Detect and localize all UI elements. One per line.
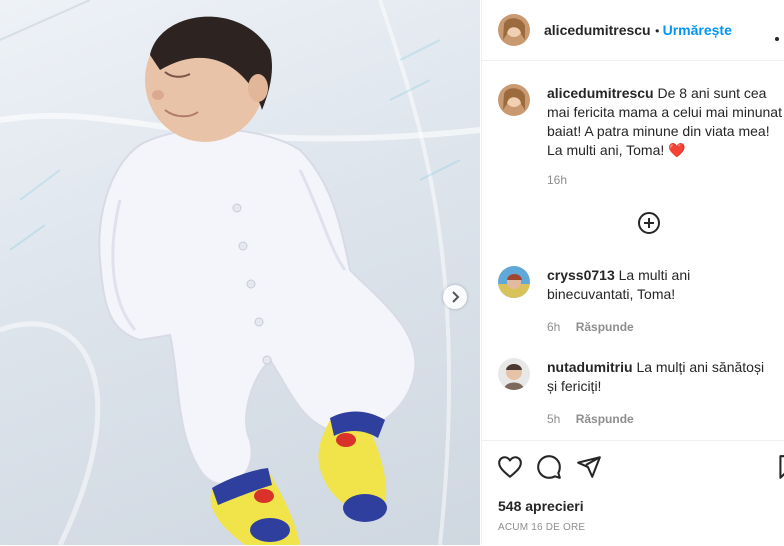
avatar-image — [498, 266, 530, 298]
caption-time: 16h — [547, 173, 568, 187]
dot-separator: • — [655, 24, 663, 38]
chevron-right-icon — [452, 291, 460, 303]
comment-meta: 5h Răspunde — [547, 412, 634, 426]
avatar-image — [498, 14, 530, 46]
share-button[interactable] — [576, 454, 602, 480]
post-header: alicedumitrescu • Urmărește — [482, 0, 784, 61]
comment-meta: 6h Răspunde — [547, 320, 634, 334]
follow-button[interactable]: Urmărește — [663, 22, 732, 38]
heart-icon — [498, 456, 522, 478]
save-button[interactable] — [775, 454, 784, 480]
caption: alicedumitrescu De 8 ani sunt cea mai fe… — [547, 84, 784, 160]
like-button[interactable] — [497, 454, 523, 480]
more-options-button[interactable] — [775, 28, 784, 46]
commenter-avatar[interactable] — [498, 266, 530, 298]
likes-count[interactable]: 548 aprecieri — [498, 498, 584, 514]
send-icon — [577, 456, 601, 478]
load-more-comments-button[interactable] — [637, 211, 661, 235]
post-photo[interactable] — [0, 0, 480, 545]
plus-circle-icon — [638, 212, 660, 234]
comment-button[interactable] — [536, 454, 562, 480]
comment-time: 5h — [547, 412, 561, 426]
commenter-username[interactable]: cryss0713 — [547, 267, 615, 283]
comment-time: 6h — [547, 320, 561, 334]
bookmark-icon — [779, 455, 784, 479]
carousel-next-button[interactable] — [443, 285, 467, 309]
comment-body: nutadumitriu La mulți ani sănătoși și fe… — [547, 358, 777, 396]
comment-body: cryss0713 La multi ani binecuvantati, To… — [547, 266, 777, 304]
caption-author-avatar[interactable] — [498, 84, 530, 116]
caption-username[interactable]: alicedumitrescu — [547, 85, 654, 101]
post-side-panel: alicedumitrescu • Urmărește alicedumitre… — [481, 0, 784, 545]
post-timestamp[interactable]: ACUM 16 DE ORE — [498, 522, 585, 533]
commenter-avatar[interactable] — [498, 358, 530, 390]
reply-button[interactable]: Răspunde — [576, 320, 634, 334]
baby-photo-illustration — [0, 0, 480, 545]
commenter-username[interactable]: nutadumitriu — [547, 359, 633, 375]
author-username[interactable]: alicedumitrescu — [544, 22, 651, 38]
avatar-image — [498, 358, 530, 390]
author-avatar[interactable] — [498, 14, 530, 46]
more-horizontal-icon — [775, 37, 779, 41]
post-actions: 548 aprecieri ACUM 16 DE ORE — [482, 440, 784, 546]
avatar-image — [498, 84, 530, 116]
reply-button[interactable]: Răspunde — [576, 412, 634, 426]
heart-emoji: ❤️ — [668, 142, 686, 158]
comment-icon — [537, 455, 561, 479]
